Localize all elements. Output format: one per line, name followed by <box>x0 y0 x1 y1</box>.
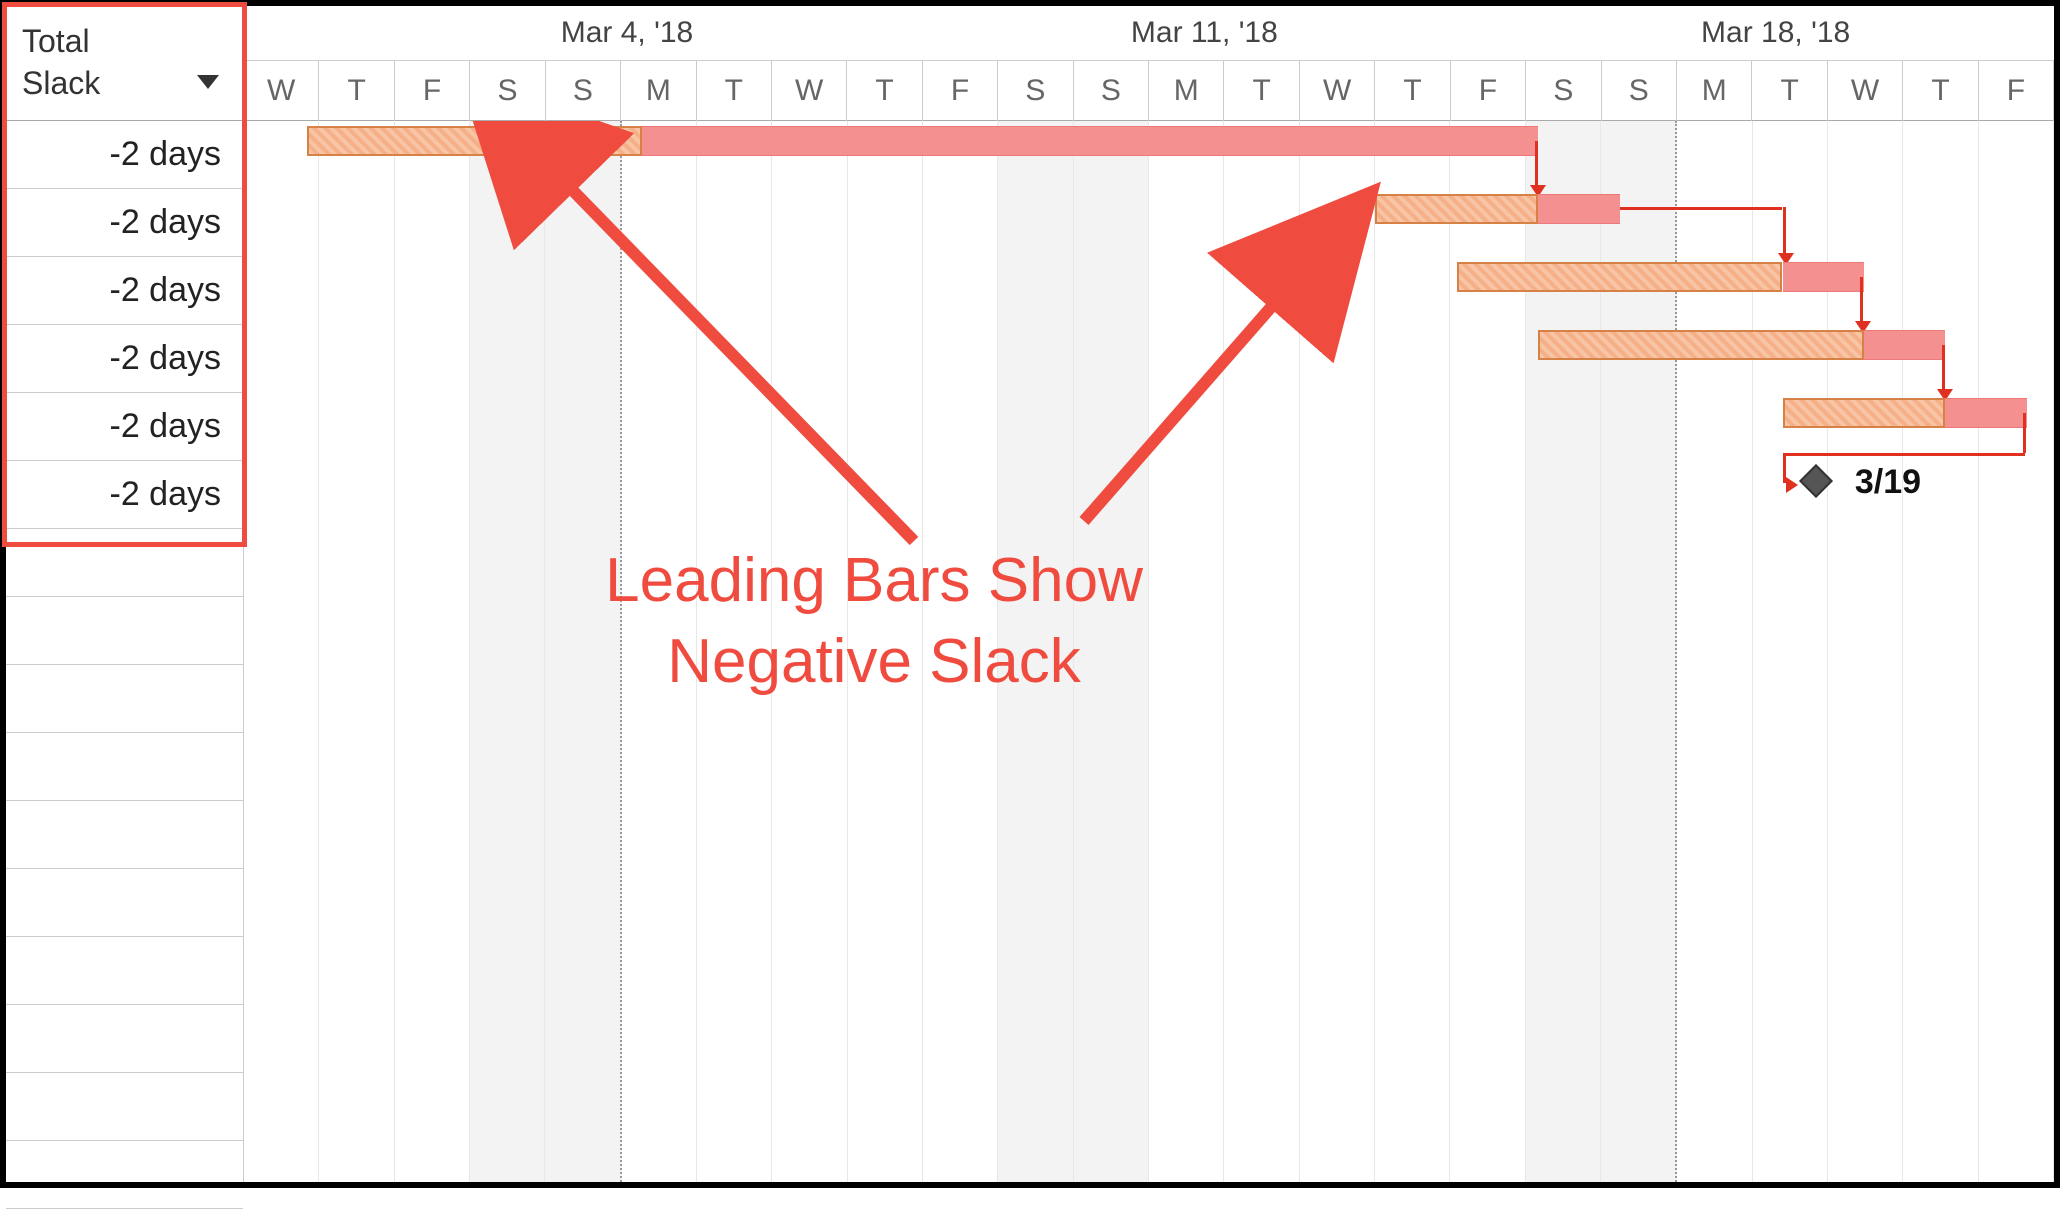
dropdown-icon[interactable] <box>197 58 219 100</box>
dependency-line <box>1783 453 2026 456</box>
negative-slack-bar[interactable] <box>307 126 642 156</box>
task-row[interactable] <box>244 393 2054 461</box>
day-header-cell: F <box>1979 61 2054 121</box>
day-header-cell: W <box>244 61 319 121</box>
annotation-callout: Leading Bars Show Negative Slack <box>524 541 1224 702</box>
empty-row[interactable] <box>6 1141 243 1209</box>
day-header-cell: M <box>621 61 696 121</box>
timescale: Mar 4, '18 Mar 11, '18 Mar 18, '18 WTFSS… <box>244 6 2054 121</box>
day-header-cell: T <box>1903 61 1978 121</box>
day-header-cell: S <box>470 61 545 121</box>
day-header-cell: T <box>697 61 772 121</box>
slack-row[interactable]: -2 days <box>6 461 243 529</box>
week-label: Mar 4, '18 <box>561 16 693 50</box>
day-header-cell: T <box>847 61 922 121</box>
day-header-cell: F <box>923 61 998 121</box>
day-header-cell: S <box>1602 61 1677 121</box>
empty-row[interactable] <box>6 597 243 665</box>
week-label: Mar 18, '18 <box>1701 16 1850 50</box>
negative-slack-bar[interactable] <box>1538 330 1864 360</box>
day-header-cell: F <box>1451 61 1526 121</box>
empty-row[interactable] <box>6 869 243 937</box>
day-header-cell: M <box>1149 61 1224 121</box>
day-header-cell: T <box>1752 61 1827 121</box>
empty-row[interactable] <box>6 1005 243 1073</box>
task-bar[interactable] <box>1538 194 1619 224</box>
task-row[interactable]: 3/19 <box>244 461 2054 529</box>
column-header-line1: Total <box>22 21 227 63</box>
task-bar[interactable] <box>1945 398 2026 428</box>
task-bar[interactable] <box>1864 330 1945 360</box>
dependency-arrow-icon <box>1786 477 1798 493</box>
negative-slack-bar[interactable] <box>1457 262 1783 292</box>
week-labels: Mar 4, '18 Mar 11, '18 Mar 18, '18 <box>244 6 2054 61</box>
task-row[interactable] <box>244 325 2054 393</box>
slack-row[interactable]: -2 days <box>6 325 243 393</box>
day-header-cell: S <box>1074 61 1149 121</box>
week-label: Mar 11, '18 <box>1131 16 1278 50</box>
day-header-cell: F <box>395 61 470 121</box>
slack-row[interactable]: -2 days <box>6 121 243 189</box>
slack-row[interactable]: -2 days <box>6 189 243 257</box>
task-bar[interactable] <box>1783 262 1864 292</box>
milestone-date-label: 3/19 <box>1855 463 1921 502</box>
dependency-line <box>1942 345 1945 395</box>
day-header-cell: T <box>319 61 394 121</box>
gantt-chart-area[interactable]: Mar 4, '18 Mar 11, '18 Mar 18, '18 WTFSS… <box>244 6 2054 1182</box>
empty-row[interactable] <box>6 801 243 869</box>
task-row[interactable] <box>244 257 2054 325</box>
day-labels-row: WTFSSMTWTFSSMTWTFSSMTWTF <box>244 61 2054 121</box>
slack-row[interactable]: -2 days <box>6 393 243 461</box>
column-header-total-slack[interactable]: Total Slack <box>6 6 243 121</box>
dependency-line <box>1620 207 1783 210</box>
day-header-cell: W <box>772 61 847 121</box>
milestone-diamond-icon[interactable] <box>1799 464 1833 498</box>
day-header-cell: M <box>1677 61 1752 121</box>
day-header-cell: S <box>546 61 621 121</box>
slack-row[interactable]: -2 days <box>6 257 243 325</box>
dependency-line <box>1535 141 1538 191</box>
annotation-line1: Leading Bars Show <box>524 541 1224 622</box>
empty-row[interactable] <box>6 665 243 733</box>
gantt-body[interactable]: 3/19 Leading Bars Show Negative Slack <box>244 121 2054 1182</box>
day-header-cell: S <box>998 61 1073 121</box>
dependency-line <box>2023 413 2026 453</box>
empty-row[interactable] <box>6 1073 243 1141</box>
dependency-line <box>1783 207 1786 259</box>
day-header-cell: W <box>1828 61 1903 121</box>
gantt-task-rows: 3/19 <box>244 121 2054 529</box>
slack-value-rows: -2 days -2 days -2 days -2 days -2 days … <box>6 121 243 1209</box>
empty-row[interactable] <box>6 529 243 597</box>
task-row[interactable] <box>244 189 2054 257</box>
negative-slack-bar[interactable] <box>1375 194 1538 224</box>
day-header-cell: T <box>1375 61 1450 121</box>
task-bar[interactable] <box>642 126 1538 156</box>
day-header-cell: T <box>1224 61 1299 121</box>
total-slack-column: Total Slack -2 days -2 days -2 days -2 d… <box>6 6 244 1182</box>
negative-slack-bar[interactable] <box>1783 398 1946 428</box>
day-header-cell: W <box>1300 61 1375 121</box>
empty-row[interactable] <box>6 733 243 801</box>
empty-row[interactable] <box>6 937 243 1005</box>
task-row[interactable] <box>244 121 2054 189</box>
day-header-cell: S <box>1526 61 1601 121</box>
annotation-line2: Negative Slack <box>524 622 1224 703</box>
dependency-line <box>1860 277 1863 327</box>
